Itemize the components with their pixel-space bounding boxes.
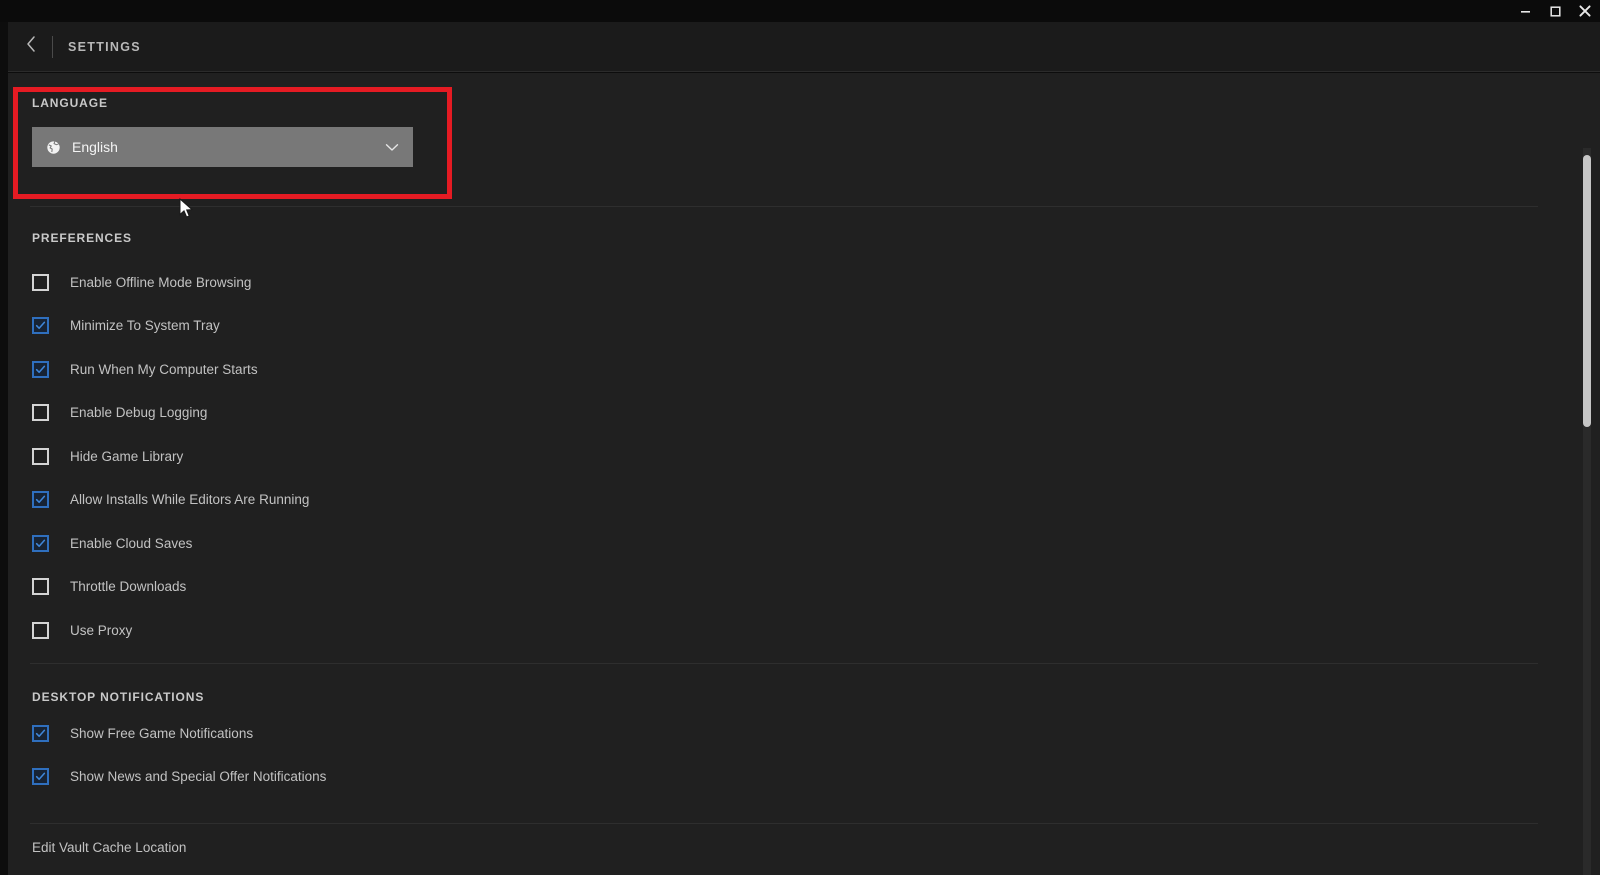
checkbox-label: Allow Installs While Editors Are Running <box>70 492 310 507</box>
checkbox-row[interactable]: Allow Installs While Editors Are Running <box>32 489 309 511</box>
checkbox-row[interactable]: Enable Debug Logging <box>32 402 207 424</box>
close-button[interactable] <box>1570 0 1600 22</box>
language-select[interactable]: English <box>32 127 413 167</box>
checkbox-label: Use Proxy <box>70 622 133 638</box>
checkbox[interactable] <box>32 534 49 552</box>
checkbox-row[interactable]: Show News and Special Offer Notification… <box>32 766 326 788</box>
page-header: SETTINGS <box>8 22 1600 72</box>
checkbox-row[interactable]: Use Proxy <box>32 619 132 641</box>
chevron-down-icon <box>385 143 399 152</box>
divider-notifications <box>30 823 1538 824</box>
checkbox-label: Show Free Game Notifications <box>70 725 254 741</box>
checkbox[interactable] <box>32 621 49 639</box>
checkbox[interactable] <box>32 768 49 785</box>
checkbox[interactable] <box>32 724 49 742</box>
checkbox-row[interactable]: Run When My Computer Starts <box>32 358 258 380</box>
header-divider <box>52 35 53 58</box>
mouse-cursor <box>179 197 195 220</box>
checkbox-row[interactable]: Minimize To System Tray <box>32 315 220 337</box>
minimize-icon <box>1520 6 1531 17</box>
checkbox[interactable] <box>32 273 49 291</box>
checkbox-label: Hide Game Library <box>70 448 184 464</box>
maximize-button[interactable] <box>1540 0 1570 22</box>
checkbox-row[interactable]: Throttle Downloads <box>32 576 186 598</box>
checkbox[interactable] <box>32 360 49 378</box>
checkbox-label: Enable Offline Mode Browsing <box>70 274 252 290</box>
checkbox-row[interactable]: Enable Offline Mode Browsing <box>32 271 251 293</box>
checkbox-row[interactable]: Enable Cloud Saves <box>32 532 192 554</box>
section-label-preferences: PREFERENCES <box>32 231 132 245</box>
close-icon <box>1579 5 1591 17</box>
checkbox[interactable] <box>32 317 49 334</box>
edit-vault-cache-location-link[interactable]: Edit Vault Cache Location <box>32 840 186 855</box>
settings-content: LANGUAGE English PREFERENCES Enable Offl <box>8 73 1600 875</box>
checkbox-label: Throttle Downloads <box>70 579 187 594</box>
checkbox[interactable] <box>32 578 49 595</box>
title-bar <box>0 0 1600 22</box>
scrollbar-thumb[interactable] <box>1583 155 1591 427</box>
settings-window: SETTINGS LANGUAGE English PREFERENCES En… <box>0 0 1600 875</box>
back-button[interactable] <box>16 32 46 62</box>
checkbox-label: Enable Debug Logging <box>70 405 208 420</box>
divider-preferences <box>30 663 1538 664</box>
checkbox-label: Minimize To System Tray <box>70 318 220 333</box>
divider-language <box>30 206 1538 207</box>
back-chevron-icon <box>25 35 38 58</box>
checkbox-label: Run When My Computer Starts <box>70 361 258 377</box>
checkbox[interactable] <box>32 491 49 508</box>
checkbox-row[interactable]: Hide Game Library <box>32 445 183 467</box>
checkbox-label: Enable Cloud Saves <box>70 535 193 551</box>
checkbox-label: Show News and Special Offer Notification… <box>70 769 327 784</box>
page-title: SETTINGS <box>68 39 141 54</box>
maximize-icon <box>1549 5 1561 17</box>
section-label-language: LANGUAGE <box>32 96 108 110</box>
minimize-button[interactable] <box>1510 0 1540 22</box>
language-value: English <box>72 139 118 155</box>
globe-icon <box>46 140 61 155</box>
checkbox-row[interactable]: Show Free Game Notifications <box>32 722 253 744</box>
section-label-notifications: DESKTOP NOTIFICATIONS <box>32 690 205 704</box>
checkbox[interactable] <box>32 404 49 421</box>
checkbox[interactable] <box>32 447 49 465</box>
